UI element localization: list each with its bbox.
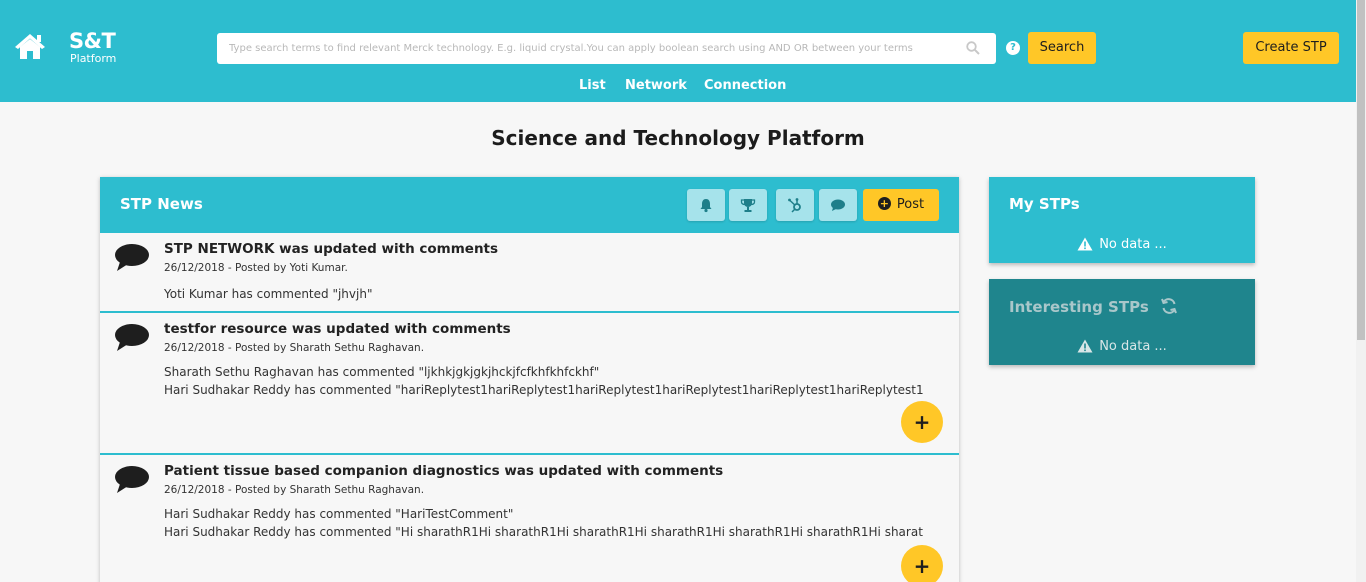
news-header: STP News + Post xyxy=(100,177,959,233)
app-logo[interactable]: S&T Platform xyxy=(69,30,116,66)
news-item-meta: 26/12/2018 - Posted by Sharath Sethu Rag… xyxy=(164,484,425,496)
search-icon[interactable] xyxy=(966,41,980,55)
news-item-comment: Yoti Kumar has commented "jhvjh" xyxy=(164,287,373,301)
news-item-meta: 26/12/2018 - Posted by Yoti Kumar. xyxy=(164,262,348,274)
scrollbar-thumb[interactable] xyxy=(1357,0,1365,340)
page-scrollbar[interactable] xyxy=(1356,0,1366,582)
my-stps-empty: No data ... xyxy=(989,237,1255,252)
comment-bubble-icon xyxy=(115,466,149,493)
search-input[interactable] xyxy=(217,33,957,64)
news-item-title[interactable]: testfor resource was updated with commen… xyxy=(164,321,511,337)
news-item: testfor resource was updated with commen… xyxy=(100,313,959,453)
news-item-comment: Hari Sudhakar Reddy has commented "Hi sh… xyxy=(164,525,923,539)
interesting-stps-panel: Interesting STPs No data ... xyxy=(989,279,1255,365)
post-button[interactable]: + Post xyxy=(863,189,939,221)
refresh-icon[interactable] xyxy=(1160,297,1178,315)
warning-icon xyxy=(1077,339,1093,352)
nav-network[interactable]: Network xyxy=(625,78,687,96)
top-header: S&T Platform ? Search Create STP List Ne… xyxy=(0,0,1356,102)
post-label: Post xyxy=(896,197,925,212)
news-item-title[interactable]: STP NETWORK was updated with comments xyxy=(164,241,498,257)
expand-comments-button[interactable]: + xyxy=(901,401,943,443)
nav-connection[interactable]: Connection xyxy=(704,78,786,96)
notifications-filter-button[interactable] xyxy=(687,189,725,221)
logo-subtitle: Platform xyxy=(70,52,117,65)
empty-label: No data ... xyxy=(1099,339,1167,354)
my-stps-panel: My STPs No data ... xyxy=(989,177,1255,263)
news-item-comment: Sharath Sethu Raghavan has commented "lj… xyxy=(164,365,600,379)
help-icon[interactable]: ? xyxy=(1006,41,1020,55)
bell-icon xyxy=(700,199,712,213)
news-title: STP News xyxy=(120,195,203,213)
create-stp-button[interactable]: Create STP xyxy=(1243,32,1339,64)
chat-icon xyxy=(831,199,845,211)
news-item-title[interactable]: Patient tissue based companion diagnosti… xyxy=(164,463,723,479)
network-filter-button[interactable] xyxy=(776,189,814,221)
search-button[interactable]: Search xyxy=(1028,32,1096,64)
stp-news-panel: STP News + Post STP NETWORK was updated … xyxy=(100,177,959,582)
empty-label: No data ... xyxy=(1099,237,1167,252)
news-item: Patient tissue based companion diagnosti… xyxy=(100,455,959,582)
home-icon[interactable] xyxy=(14,32,48,60)
interesting-stps-header: Interesting STPs xyxy=(1009,297,1178,316)
warning-icon xyxy=(1077,237,1093,250)
news-item-comment: Hari Sudhakar Reddy has commented "HariT… xyxy=(164,507,514,521)
my-stps-title: My STPs xyxy=(1009,195,1080,213)
logo-title: S&T xyxy=(69,29,116,53)
page-title: Science and Technology Platform xyxy=(491,126,865,150)
expand-comments-button[interactable]: + xyxy=(901,545,943,582)
plus-circle-icon: + xyxy=(877,197,891,210)
comment-bubble-icon xyxy=(115,324,149,351)
news-item: STP NETWORK was updated with comments 26… xyxy=(100,233,959,311)
hubspot-icon xyxy=(788,198,801,213)
search-bar xyxy=(217,33,996,64)
awards-filter-button[interactable] xyxy=(729,189,767,221)
interesting-stps-empty: No data ... xyxy=(989,339,1255,354)
comments-filter-button[interactable] xyxy=(819,189,857,221)
news-item-meta: 26/12/2018 - Posted by Sharath Sethu Rag… xyxy=(164,342,425,354)
trophy-icon xyxy=(740,199,756,212)
comment-bubble-icon xyxy=(115,244,149,271)
nav-list[interactable]: List xyxy=(579,78,606,96)
news-item-comment: Hari Sudhakar Reddy has commented "hariR… xyxy=(164,383,924,397)
interesting-stps-title: Interesting STPs xyxy=(1009,298,1149,316)
